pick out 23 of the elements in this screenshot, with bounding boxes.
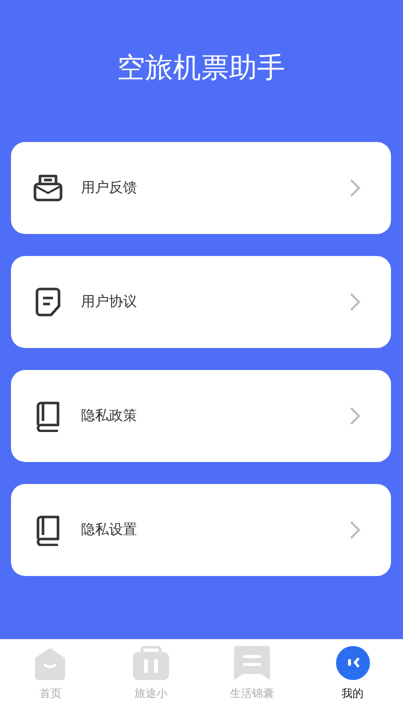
tab[interactable]: 我的 [302,640,403,708]
app-title: 空旅机票助手 [116,50,286,86]
menu-label: 用户反馈 [81,179,138,197]
face-icon [336,646,370,680]
inbox-icon [32,172,64,204]
menu-card[interactable]: 隐私设置 [11,484,391,576]
chevron-icon [349,178,361,198]
tab-label: 我的 [342,686,364,701]
tab-label: 生活锦囊 [230,686,274,701]
chevron-icon [349,520,361,540]
menu-card[interactable]: 隐私政策 [11,370,391,462]
tab-label: 旅途小 [134,686,168,701]
menu-card[interactable]: 用户协议 [11,256,391,348]
chevron-icon [349,292,361,312]
chevron-icon [349,406,361,426]
menu-label: 用户协议 [81,293,138,311]
menu-label: 隐私设置 [81,521,138,539]
menu-card[interactable]: 用户反馈 [11,142,391,234]
tab-label: 首页 [39,686,62,701]
home-icon [33,646,68,680]
menu-label: 隐私政策 [81,407,138,425]
bookmark-icon [232,646,271,680]
luggage-icon [132,646,170,680]
